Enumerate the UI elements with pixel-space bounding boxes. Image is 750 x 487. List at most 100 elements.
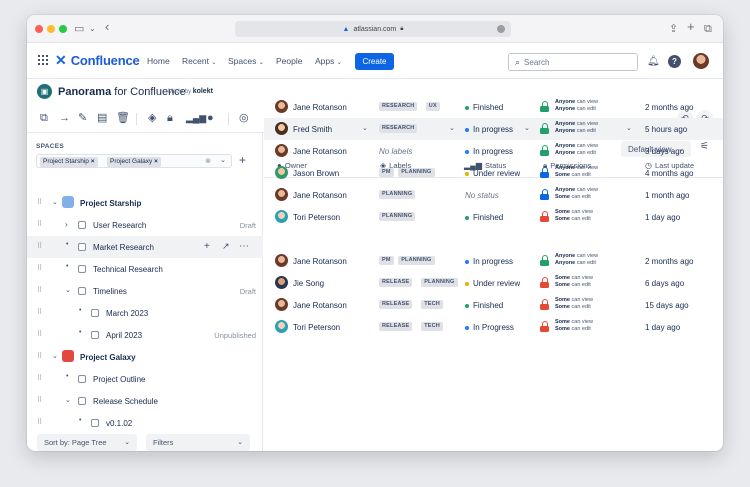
drag-handle-icon[interactable]: ⠿ [37,264,42,272]
label-tag[interactable]: PLANNING [398,168,435,177]
filters-select[interactable]: Filters ⌄ [146,434,250,451]
chevron-down-icon[interactable]: ⌄ [65,286,71,294]
table-row[interactable]: Jane Rotanson PLANNING No status Anyone can… [264,184,723,206]
table-row[interactable]: Tori Peterson PLANNING Finished Some can vi… [264,206,723,228]
create-button[interactable]: Create [355,53,394,70]
select-checkbox[interactable] [78,375,86,383]
status-text[interactable]: In progress [473,147,513,156]
table-row[interactable]: Tori Peterson RELEASE TECH In Progress Some … [264,316,723,338]
drag-handle-icon[interactable]: ⠿ [37,330,42,338]
label-tag[interactable]: UX [425,102,440,111]
edit-icon[interactable]: ✎ [78,112,87,125]
status-text[interactable]: In progress [473,257,513,266]
chevron-down-icon[interactable]: ⌄ [626,124,632,132]
zoom-window-button[interactable] [59,25,67,33]
chevron-down-icon[interactable]: ⌄ [65,396,71,404]
chevron-right-icon[interactable]: › [65,220,68,229]
status-text[interactable]: In Progress [473,323,514,332]
permissions-text[interactable]: Some can view Some can edit [555,319,593,333]
more-actions-icon[interactable]: ⋯ [239,241,249,252]
label-tag[interactable]: PM [379,256,394,265]
tree-item[interactable]: ⠿ › User Research Draft [27,214,263,236]
label-tag[interactable]: TECH [421,322,443,331]
label-tag[interactable]: PLANNING [421,278,458,287]
open-external-icon[interactable]: ↗ [222,241,230,252]
sidebar-toggle-icon[interactable]: ▭ [74,22,84,36]
nav-people[interactable]: People [276,56,302,66]
permissions-text[interactable]: Anyone can view Anyone can edit [555,253,598,267]
move-icon[interactable]: → [59,112,70,125]
drag-handle-icon[interactable]: ⠿ [37,396,42,404]
drag-handle-icon[interactable]: ⠿ [37,242,42,250]
notifications-icon[interactable]: 🔔︎ [647,55,660,68]
tree-item[interactable]: ⠿ ⌄ Timelines Draft [27,280,263,302]
status-text[interactable]: Under review [473,169,520,178]
app-switcher-icon[interactable] [38,55,48,65]
permissions-text[interactable]: Some can view Some can edit [555,297,593,311]
select-checkbox[interactable] [78,287,86,295]
tree-item[interactable]: ⠿ • Market Research + ↗ ⋯ [27,236,263,258]
label-tag[interactable]: RELEASE [379,322,413,331]
chevron-down-icon[interactable]: ⌄ [52,352,58,360]
owner-name[interactable]: Tori Peterson [293,213,340,222]
back-icon[interactable]: ‹ [105,20,109,34]
table-row[interactable]: Jie Song RELEASE PLANNING Under review Some … [264,272,723,294]
permissions-text[interactable]: Anyone can view Some can edit [555,165,598,179]
drag-handle-icon[interactable]: ⠿ [37,374,42,382]
label-tag[interactable]: PM [379,168,394,177]
chevron-down-icon[interactable]: ⌄ [524,124,530,132]
label-tag[interactable]: RESEARCH [379,102,418,111]
clear-icon[interactable]: ⊗ [205,157,211,165]
tree-item[interactable]: ⠿ • April 2023 Unpublished [27,324,263,346]
add-space-button[interactable]: + [239,153,246,167]
status-text[interactable]: Finished [473,301,503,310]
nav-spaces[interactable]: Spaces ⌄ [228,56,264,68]
drag-handle-icon[interactable]: ⠿ [37,198,42,206]
table-row[interactable]: Jane Rotanson RESEARCH UX Finished Anyone ca… [264,96,723,118]
drag-handle-icon[interactable]: ⠿ [37,286,42,294]
tree-space-row[interactable]: ⠿ ⌄ Project Starship [27,192,263,214]
status-text[interactable]: In progress [473,125,513,134]
tabs-overview-icon[interactable]: ⧉ [704,22,712,36]
check-circle-icon[interactable]: ◎ [239,112,249,125]
table-row[interactable]: Jane Rotanson PM PLANNING In progress Anyone… [264,250,723,272]
owner-name[interactable]: Jason Brown [293,169,339,178]
minimize-window-button[interactable] [47,25,55,33]
permissions-text[interactable]: Some can view Some can edit [555,275,593,289]
page-settings-icon[interactable] [497,25,505,33]
drag-handle-icon[interactable]: ⠿ [37,220,42,228]
copy-icon[interactable]: ⧉ [40,112,48,125]
remove-chip-icon[interactable]: × [154,158,158,165]
owner-person-icon[interactable]: ● [207,112,214,125]
permissions-text[interactable]: Anyone can view Anyone can edit [555,143,598,157]
owner-name[interactable]: Jane Rotanson [293,191,347,200]
chevron-down-icon[interactable]: ⌄ [449,124,455,132]
tree-space-row[interactable]: ⠿ ⌄ Project Galaxy [27,346,263,368]
label-tag[interactable]: PLANNING [379,212,416,221]
sort-select[interactable]: Sort by: Page Tree ⌄ [37,434,137,451]
new-tab-icon[interactable]: + [687,20,695,34]
drag-handle-icon[interactable]: ⠿ [37,418,42,426]
owner-name[interactable]: Jane Rotanson [293,301,347,310]
confluence-logo[interactable]: ✕ Confluence [55,52,140,68]
status-text[interactable]: Finished [473,103,503,112]
table-row[interactable]: Jane Rotanson RELEASE TECH Finished Some can… [264,294,723,316]
select-checkbox[interactable] [78,243,86,251]
add-child-icon[interactable]: + [204,241,210,252]
permissions-text[interactable]: Anyone can view Anyone can edit [555,99,598,113]
restrictions-lock-icon[interactable]: 🔒︎ [167,112,173,125]
select-checkbox[interactable] [78,397,86,405]
nav-home[interactable]: Home [147,56,170,66]
address-bar[interactable]: ▲ atlassian.com 🔒︎ [235,21,511,37]
delete-icon[interactable]: 🗑︎ [116,112,130,125]
select-checkbox[interactable] [91,309,99,317]
user-avatar[interactable] [693,53,709,69]
tree-item[interactable]: ⠿ • March 2023 [27,302,263,324]
label-icon[interactable]: ◈ [148,112,156,125]
table-row[interactable]: Jason Brown PM PLANNING Under review Anyone … [264,162,723,184]
permissions-text[interactable]: Some can view Some can edit [555,209,593,223]
label-tag[interactable]: PLANNING [398,256,435,265]
drag-handle-icon[interactable]: ⠿ [37,308,42,316]
select-checkbox[interactable] [91,419,99,427]
search-input[interactable]: ⌕ Search [508,53,638,71]
